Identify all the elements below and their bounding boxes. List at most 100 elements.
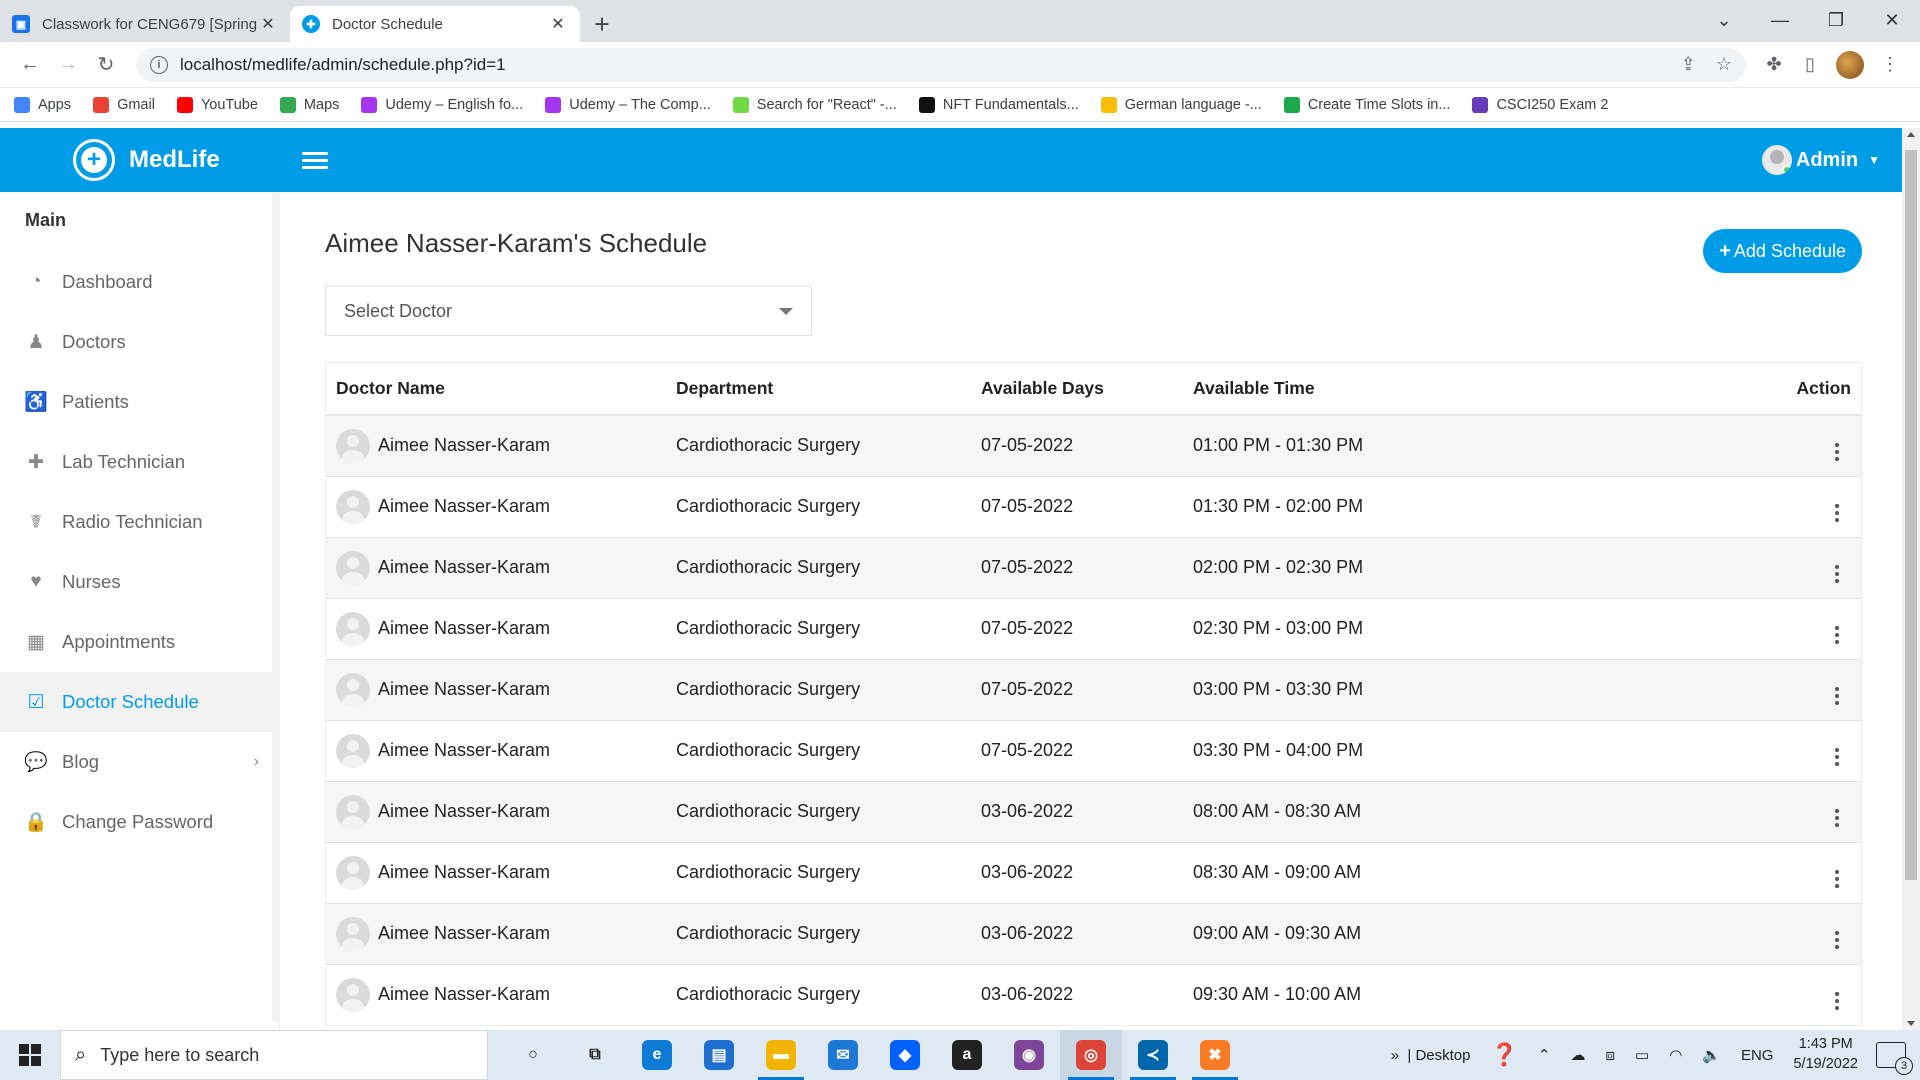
scroll-down-arrow-icon[interactable] xyxy=(1907,1021,1915,1026)
apps-grid-icon xyxy=(14,96,30,113)
share-icon[interactable]: ⇪ xyxy=(1681,54,1696,75)
more-vertical-icon[interactable] xyxy=(1835,686,1839,705)
bookmark-item[interactable]: CSCI250 Exam 2 xyxy=(1472,96,1608,113)
sidebar-item-nurses[interactable]: ♥ Nurses xyxy=(0,552,279,612)
taskbar-app[interactable]: ▬ xyxy=(750,1030,812,1080)
scroll-up-arrow-icon[interactable] xyxy=(1907,132,1915,137)
taskbar-app[interactable]: a xyxy=(936,1030,998,1080)
bookmark-item[interactable]: Apps xyxy=(14,96,71,113)
more-vertical-icon[interactable] xyxy=(1835,930,1839,949)
taskbar-app[interactable]: ≺ xyxy=(1122,1030,1184,1080)
desktop-toolbar[interactable]: » | Desktop xyxy=(1391,1047,1471,1064)
sidebar-item-change-password[interactable]: 🔒 Change Password xyxy=(0,792,279,852)
close-tab-icon[interactable]: ✕ xyxy=(548,14,568,34)
start-button[interactable] xyxy=(0,1030,60,1080)
bookmark-item[interactable]: Maps xyxy=(279,96,339,113)
more-vertical-icon[interactable] xyxy=(1835,808,1839,827)
minimize-button[interactable]: — xyxy=(1752,0,1808,40)
taskbar-app[interactable]: ○ xyxy=(502,1030,564,1080)
help-icon[interactable]: ❓ xyxy=(1490,1042,1517,1068)
taskbar-app[interactable]: ✖ xyxy=(1184,1030,1246,1080)
sidebar-item-radio-technician[interactable]: ☤ Radio Technician xyxy=(0,492,279,552)
new-tab-button[interactable]: + xyxy=(584,6,620,42)
close-tab-icon[interactable]: ✕ xyxy=(258,14,278,34)
user-menu[interactable]: Admin ▼ xyxy=(1761,145,1880,175)
taskbar-app[interactable]: ✉ xyxy=(812,1030,874,1080)
tab-classwork[interactable]: ▣ Classwork for CENG679 [Spring2 ✕ xyxy=(0,6,290,42)
bookmark-label: Create Time Slots in... xyxy=(1307,96,1451,113)
bookmark-item[interactable]: Create Time Slots in... xyxy=(1283,96,1451,113)
taskbar-app[interactable]: ◎ xyxy=(1060,1030,1122,1080)
hamburger-menu-icon[interactable] xyxy=(301,151,328,169)
taskbar-search-placeholder: Type here to search xyxy=(100,1044,260,1065)
notification-center-icon[interactable]: 3 xyxy=(1876,1042,1913,1075)
doctor-avatar xyxy=(336,794,370,829)
side-panel-icon[interactable]: ▯ xyxy=(1792,47,1828,83)
desktop-label: Desktop xyxy=(1415,1046,1471,1064)
site-info-icon[interactable]: i xyxy=(150,55,168,74)
extensions-puzzle-icon[interactable]: ✤ xyxy=(1756,47,1792,83)
sidebar-item-blog[interactable]: 💬 Blog › xyxy=(0,732,279,792)
bookmark-item[interactable]: Gmail xyxy=(93,96,155,113)
sidebar-item-doctor-schedule[interactable]: ☑ Doctor Schedule xyxy=(0,672,279,732)
volume-icon[interactable]: 🔈 xyxy=(1702,1046,1721,1064)
back-arrow-icon[interactable]: ← xyxy=(12,47,48,83)
more-vertical-icon[interactable] xyxy=(1835,991,1839,1010)
sidebar-item-lab-technician[interactable]: ✚ Lab Technician xyxy=(0,432,279,492)
windows-logo-icon xyxy=(19,1044,41,1066)
taskbar-app[interactable]: ▤ xyxy=(688,1030,750,1080)
wifi-icon[interactable]: ◠ xyxy=(1669,1046,1682,1064)
more-vertical-icon[interactable] xyxy=(1835,564,1839,583)
more-vertical-icon[interactable] xyxy=(1835,442,1839,461)
battery-icon[interactable]: ▭ xyxy=(1635,1046,1649,1064)
forward-arrow-icon[interactable]: → xyxy=(50,47,86,83)
add-schedule-button[interactable]: + Add Schedule xyxy=(1703,229,1862,273)
scrollbar-thumb[interactable] xyxy=(1905,150,1917,880)
chevron-up-icon[interactable]: ⌃ xyxy=(1538,1046,1551,1064)
bookmark-item[interactable]: Udemy – English fo... xyxy=(361,96,524,113)
sidebar-item-appointments[interactable]: ▦ Appointments xyxy=(0,612,279,672)
gmail-icon xyxy=(93,96,110,113)
tab-search-chevron-icon[interactable]: ⌄ xyxy=(1696,0,1752,40)
language-indicator[interactable]: ENG xyxy=(1741,1047,1774,1064)
more-vertical-icon[interactable] xyxy=(1835,747,1839,766)
doctor-select[interactable]: Select Doctor xyxy=(325,286,812,336)
bookmark-item[interactable]: Udemy – The Comp... xyxy=(545,96,711,113)
doctor-select-value: Select Doctor xyxy=(344,300,453,321)
browser-menu-icon[interactable]: ⋮ xyxy=(1872,47,1908,83)
tab-doctor-schedule[interactable]: ✚ Doctor Schedule ✕ xyxy=(290,6,580,42)
sidebar-scrollbar[interactable] xyxy=(272,192,279,1022)
taskbar-app[interactable]: ◆ xyxy=(874,1030,936,1080)
taskbar-app[interactable]: ◉ xyxy=(998,1030,1060,1080)
bookmark-item[interactable]: NFT Fundamentals... xyxy=(918,96,1079,113)
doctor-cell: Aimee Nasser-Karam xyxy=(326,536,666,598)
user-name: Admin xyxy=(1795,148,1859,171)
more-vertical-icon[interactable] xyxy=(1835,503,1839,522)
taskbar-search-box[interactable]: ⌕ Type here to search xyxy=(60,1030,488,1080)
bookmark-item[interactable]: German language -... xyxy=(1100,96,1262,113)
sidebar-item-doctors[interactable]: ♟ Doctors xyxy=(0,312,279,372)
taskbar-app[interactable]: e xyxy=(626,1030,688,1080)
onedrive-icon[interactable]: ☁ xyxy=(1570,1046,1585,1064)
clock[interactable]: 1:43 PM 5/19/2022 xyxy=(1793,1035,1858,1074)
maximize-button[interactable]: ❐ xyxy=(1808,0,1864,40)
meet-now-icon[interactable]: ⧈ xyxy=(1605,1047,1615,1064)
page-scrollbar[interactable] xyxy=(1902,128,1920,1030)
reload-icon[interactable]: ↻ xyxy=(88,47,124,83)
sidebar-item-patients[interactable]: ♿ Patients xyxy=(0,372,279,432)
taskbar-app[interactable]: ⧉ xyxy=(564,1030,626,1080)
brand-logo[interactable]: + MedLife xyxy=(73,139,220,181)
profile-avatar[interactable] xyxy=(1836,50,1864,79)
sidebar-item-dashboard[interactable]: ◔ Dashboard xyxy=(0,252,279,312)
available-time-cell: 03:00 PM - 03:30 PM xyxy=(1183,658,1671,720)
maps-icon xyxy=(279,96,296,113)
more-vertical-icon[interactable] xyxy=(1835,869,1839,888)
bookmark-star-icon[interactable]: ☆ xyxy=(1716,54,1732,75)
url-text[interactable]: localhost/medlife/admin/schedule.php?id=… xyxy=(180,55,1661,75)
bookmark-item[interactable]: Search for "React" -... xyxy=(732,96,897,113)
bookmark-item[interactable]: YouTube xyxy=(176,96,258,113)
bookmark-label: Udemy – English fo... xyxy=(385,96,524,113)
close-window-button[interactable]: ✕ xyxy=(1864,0,1920,40)
more-vertical-icon[interactable] xyxy=(1835,625,1839,644)
address-bar[interactable]: i localhost/medlife/admin/schedule.php?i… xyxy=(136,47,1746,82)
